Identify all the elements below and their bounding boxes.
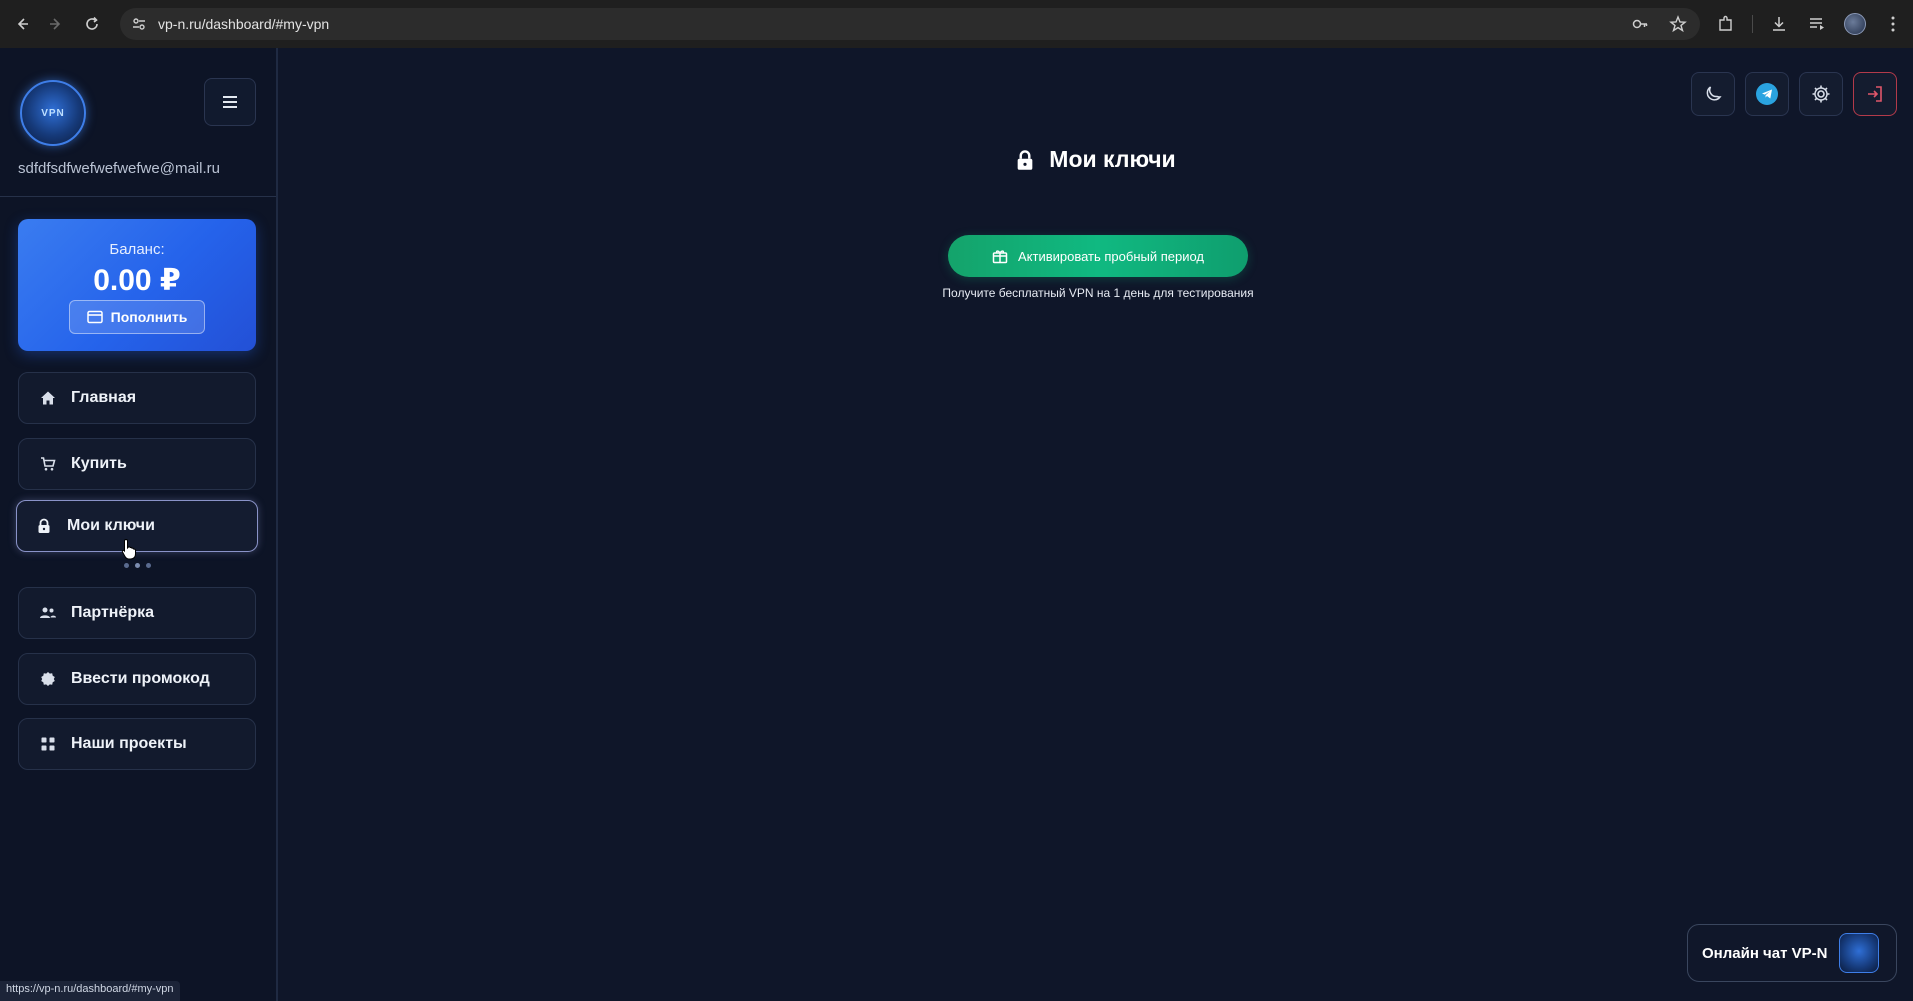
lock-icon — [35, 517, 53, 535]
telegram-icon — [1756, 83, 1778, 105]
activate-trial-button[interactable]: Активировать пробный период — [948, 235, 1248, 277]
hand-cursor-icon — [121, 538, 136, 560]
page-title-text: Мои ключи — [1049, 146, 1176, 172]
sidebar-item-my-keys[interactable]: Мои ключи — [16, 500, 258, 552]
download-icon[interactable] — [1767, 12, 1791, 36]
sidebar-item-projects[interactable]: Наши проекты — [18, 718, 256, 770]
sidebar-item-promo[interactable]: Ввести промокод — [18, 653, 256, 705]
url-text: vp-n.ru/dashboard/#my-vpn — [158, 16, 330, 32]
sidebar-item-label: Главная — [71, 389, 137, 406]
hamburger-icon — [223, 96, 237, 108]
trial-note: Получите бесплатный VPN на 1 день для те… — [942, 286, 1254, 300]
extensions-icon[interactable] — [1714, 12, 1738, 36]
loading-indicator — [124, 563, 151, 568]
gift-icon — [992, 250, 1008, 264]
logout-icon — [1868, 86, 1882, 102]
balance-amount: 0.00 ₽ — [93, 264, 181, 297]
key-icon[interactable] — [1628, 12, 1652, 36]
lock-icon — [1017, 149, 1033, 170]
media-queue-icon[interactable] — [1805, 12, 1829, 36]
more-menu-icon[interactable] — [1881, 12, 1905, 36]
activate-trial-label: Активировать пробный период — [1017, 248, 1205, 264]
moon-icon — [1706, 86, 1722, 101]
telegram-button[interactable] — [1745, 72, 1789, 116]
users-icon — [39, 604, 57, 622]
hamburger-menu-button[interactable] — [204, 78, 256, 126]
back-icon[interactable] — [8, 10, 36, 38]
theme-toggle-button[interactable] — [1691, 72, 1735, 116]
settings-button[interactable] — [1799, 72, 1843, 116]
bookmark-star-icon[interactable] — [1666, 12, 1690, 36]
sidebar-item-label: Партнёрка — [71, 604, 155, 621]
chat-avatar — [1839, 933, 1880, 973]
sidebar-divider — [0, 196, 276, 197]
sidebar-item-label: Мои ключи — [67, 517, 155, 534]
logout-button[interactable] — [1853, 72, 1897, 116]
toolbar-separator — [1752, 15, 1753, 33]
badge-icon — [39, 670, 57, 688]
topup-label: Пополнить — [110, 309, 188, 325]
sidebar-item-home[interactable]: Главная — [18, 372, 256, 424]
cart-icon — [39, 455, 57, 473]
online-chat-widget[interactable]: Онлайн чат VP-N — [1687, 924, 1897, 982]
sidebar-item-partners[interactable]: Партнёрка — [18, 587, 256, 639]
profile-avatar[interactable] — [1843, 12, 1867, 36]
page-title: Мои ключи — [278, 146, 1913, 173]
balance-card: Баланс: 0.00 ₽ Пополнить — [18, 219, 256, 351]
sidebar-item-label: Купить — [71, 455, 127, 472]
status-url: https://vp-n.ru/dashboard/#my-vpn — [0, 981, 180, 1001]
home-icon — [39, 389, 57, 407]
site-info-icon[interactable] — [124, 8, 154, 40]
reload-icon[interactable] — [78, 10, 106, 38]
topup-button[interactable]: Пополнить — [69, 300, 205, 334]
grid-icon — [39, 735, 57, 753]
card-icon — [86, 310, 103, 324]
sidebar-item-label: Ввести промокод — [71, 670, 210, 687]
gear-icon — [1812, 85, 1830, 103]
browser-toolbar: vp-n.ru/dashboard/#my-vpn — [0, 0, 1913, 48]
vpn-logo[interactable]: VPN — [20, 80, 86, 146]
sidebar: VPN sdfdfsdfwefwefwefwe@mail.ru Баланс: … — [0, 48, 278, 1001]
forward-icon[interactable] — [42, 10, 70, 38]
sidebar-item-label: Наши проекты — [71, 735, 187, 752]
chat-label: Онлайн чат VP-N — [1702, 944, 1828, 962]
user-email: sdfdfsdfwefwefwefwe@mail.ru — [18, 160, 220, 177]
top-actions — [1691, 72, 1897, 116]
balance-label: Баланс: — [109, 241, 165, 258]
sidebar-item-buy[interactable]: Купить — [18, 438, 256, 490]
address-bar[interactable]: vp-n.ru/dashboard/#my-vpn — [120, 8, 1700, 40]
logo-text: VPN — [41, 107, 65, 119]
